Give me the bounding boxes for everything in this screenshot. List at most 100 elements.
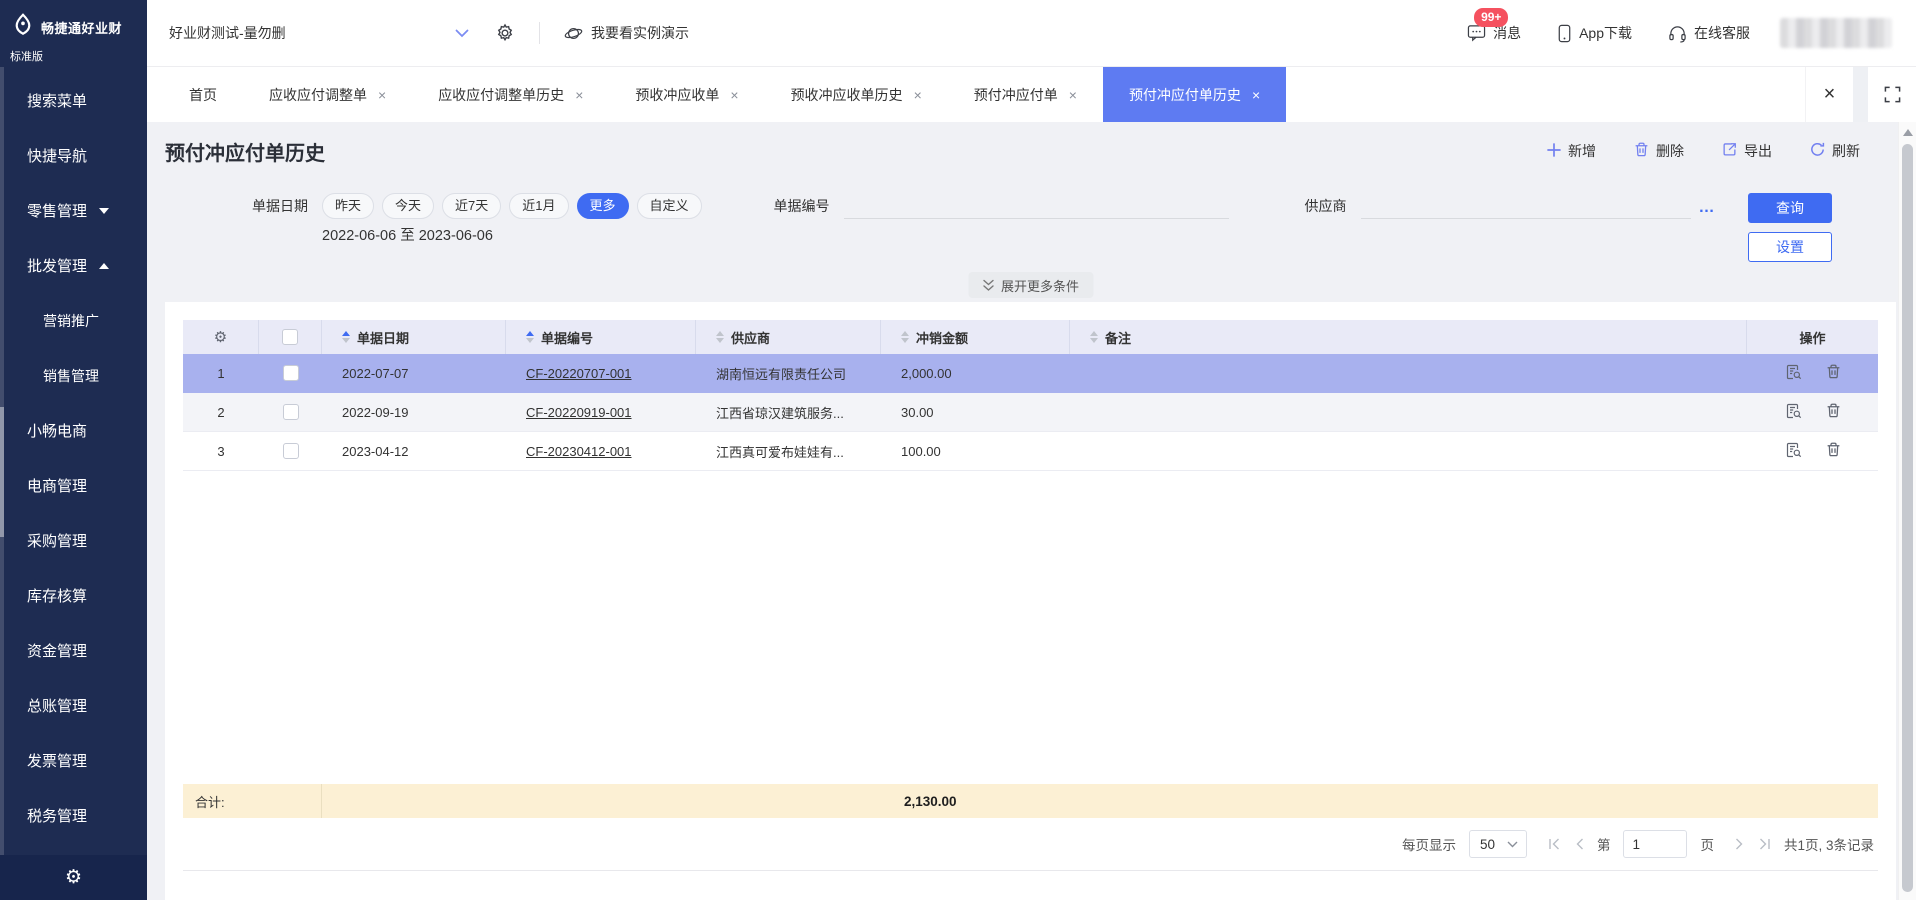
user-account-blurred[interactable] — [1780, 18, 1892, 48]
sidebar-item[interactable]: 快捷导航 — [0, 128, 147, 183]
doc-no-link[interactable]: CF-20220707-001 — [526, 366, 632, 381]
app-download-button[interactable]: App下载 — [1557, 23, 1632, 43]
sidebar-item[interactable]: 资金管理 — [0, 623, 147, 678]
scrollbar-thumb[interactable] — [1902, 144, 1913, 892]
sidebar-item[interactable]: 小畅电商 — [0, 403, 147, 458]
delete-row-icon[interactable] — [1826, 442, 1841, 461]
table-header-cell[interactable]: 备注 — [1070, 320, 1747, 354]
export-button[interactable]: 导出 — [1722, 141, 1772, 161]
table-row[interactable]: 3 2023-04-12 CF-20230412-001 江西真可爱布娃娃有..… — [183, 432, 1878, 471]
topbar-divider — [539, 22, 540, 44]
app-window: 畅捷通好业财 标准版 搜索菜单快捷导航零售管理批发管理营销推广销售管理小畅电商电… — [0, 0, 1916, 900]
tab-item[interactable]: 预付冲应付单× — [948, 67, 1103, 122]
tab-active[interactable]: 预付冲应付单历史× — [1103, 67, 1286, 122]
table-header-cell[interactable]: 单据编号 — [506, 320, 696, 354]
topbar-gear-icon[interactable] — [495, 23, 515, 43]
close-all-tabs-button[interactable]: × — [1805, 67, 1853, 122]
settings-button[interactable]: 设置 — [1748, 232, 1832, 262]
tab-close-icon[interactable]: × — [378, 88, 386, 102]
tab-item[interactable]: 首页 — [163, 67, 243, 122]
tab-close-icon[interactable]: × — [914, 88, 922, 102]
doc-no-input[interactable] — [844, 193, 1229, 219]
next-page-icon[interactable] — [1735, 838, 1744, 850]
sidebar-item[interactable]: 电商管理 — [0, 458, 147, 513]
view-detail-icon[interactable] — [1785, 403, 1802, 422]
tab-close-icon[interactable]: × — [575, 88, 583, 102]
tab-item[interactable]: 应收应付调整单历史× — [412, 67, 609, 122]
sort-arrows-icon[interactable] — [1090, 331, 1098, 343]
sort-arrows-icon[interactable] — [716, 331, 724, 343]
sidebar-item[interactable]: 库存核算 — [0, 568, 147, 623]
table-header-cell[interactable]: 操作 — [1747, 320, 1878, 354]
vertical-scrollbar[interactable] — [1898, 122, 1916, 900]
sidebar-scrollbar-thumb[interactable] — [0, 407, 4, 537]
sidebar-item[interactable]: 税务管理 — [0, 788, 147, 843]
row-checkbox[interactable] — [283, 365, 299, 381]
tab-close-icon[interactable]: × — [1069, 88, 1077, 102]
tab-label: 首页 — [189, 85, 217, 105]
doc-no-link[interactable]: CF-20230412-001 — [526, 444, 632, 459]
sidebar-settings-gear-icon[interactable]: ⚙ — [65, 866, 82, 889]
date-pill[interactable]: 近1月 — [509, 193, 568, 219]
last-page-icon[interactable] — [1758, 838, 1771, 850]
demo-link[interactable]: 我要看实例演示 — [564, 23, 689, 43]
supplier-input[interactable] — [1361, 193, 1691, 219]
tab-item[interactable]: 预收冲应收单历史× — [765, 67, 948, 122]
delete-row-icon[interactable] — [1826, 364, 1841, 383]
messages-button[interactable]: 99+ 消息 — [1467, 23, 1521, 43]
add-button[interactable]: 新增 — [1547, 141, 1596, 161]
tab-close-icon[interactable]: × — [1252, 88, 1260, 102]
cell-doc-date: 2022-07-07 — [322, 366, 506, 381]
delete-button[interactable]: 删除 — [1634, 141, 1684, 161]
sidebar-item[interactable]: 搜索菜单 — [0, 73, 147, 128]
first-page-icon[interactable] — [1548, 838, 1561, 850]
doc-no-link[interactable]: CF-20220919-001 — [526, 405, 632, 420]
table-row[interactable]: 1 2022-07-07 CF-20220707-001 湖南恒远有限责任公司 … — [183, 354, 1878, 393]
page-number-input[interactable] — [1623, 830, 1687, 858]
scroll-up-arrow-icon[interactable] — [1903, 129, 1913, 136]
refresh-button[interactable]: 刷新 — [1810, 141, 1860, 161]
sidebar-item[interactable]: 总账管理 — [0, 678, 147, 733]
date-pill[interactable]: 近7天 — [442, 193, 501, 219]
table-header-cell[interactable]: 供应商 — [696, 320, 881, 354]
supplier-picker-ellipsis[interactable]: … — [1699, 197, 1717, 219]
sort-arrows-icon[interactable] — [901, 331, 909, 343]
select-all-checkbox[interactable] — [282, 329, 298, 345]
sort-arrows-icon[interactable] — [526, 331, 534, 343]
delete-row-icon[interactable] — [1826, 403, 1841, 422]
row-checkbox[interactable] — [283, 404, 299, 420]
sidebar-item[interactable]: 采购管理 — [0, 513, 147, 568]
sort-arrows-icon[interactable] — [342, 331, 350, 343]
tab-label: 预收冲应收单 — [635, 85, 719, 105]
column-settings-gear-icon[interactable]: ⚙ — [214, 328, 227, 346]
expand-more-conditions-button[interactable]: 展开更多条件 — [968, 272, 1093, 298]
date-pill[interactable]: 今天 — [382, 193, 434, 219]
view-detail-icon[interactable] — [1785, 442, 1802, 461]
row-checkbox[interactable] — [283, 443, 299, 459]
prev-page-icon[interactable] — [1575, 838, 1584, 850]
search-button[interactable]: 查询 — [1748, 193, 1832, 223]
table-header-cell[interactable]: 单据日期 — [322, 320, 506, 354]
view-detail-icon[interactable] — [1785, 364, 1802, 383]
sidebar-item[interactable]: 发票管理 — [0, 733, 147, 788]
tab-close-icon[interactable]: × — [730, 88, 738, 102]
date-range-value[interactable]: 2022-06-06 至 2023-06-06 — [322, 224, 702, 245]
date-pill[interactable]: 更多 — [577, 193, 629, 219]
org-selector[interactable]: 好业财测试-量勿删 — [169, 23, 469, 43]
sidebar-item[interactable]: 零售管理 — [0, 183, 147, 238]
fullscreen-button[interactable] — [1868, 67, 1916, 122]
filter-buttons: 查询 设置 — [1748, 193, 1832, 262]
sidebar-item[interactable]: 销售管理 — [0, 348, 147, 403]
sidebar-item-label: 快捷导航 — [27, 145, 87, 166]
date-pill[interactable]: 昨天 — [322, 193, 374, 219]
sidebar-scrollbar[interactable] — [0, 67, 4, 855]
tab-item[interactable]: 预收冲应收单 × — [609, 67, 764, 122]
table-row[interactable]: 2 2022-09-19 CF-20220919-001 江西省琼汉建筑服务..… — [183, 393, 1878, 432]
sidebar-item[interactable]: 批发管理 — [0, 238, 147, 293]
table-header-cell[interactable]: 冲销金额 — [881, 320, 1070, 354]
date-pill[interactable]: 自定义 — [637, 193, 702, 219]
tab-item[interactable]: 应收应付调整单× — [243, 67, 412, 122]
online-service-button[interactable]: 在线客服 — [1668, 23, 1750, 43]
per-page-select[interactable]: 50 — [1469, 830, 1527, 858]
sidebar-item[interactable]: 营销推广 — [0, 293, 147, 348]
